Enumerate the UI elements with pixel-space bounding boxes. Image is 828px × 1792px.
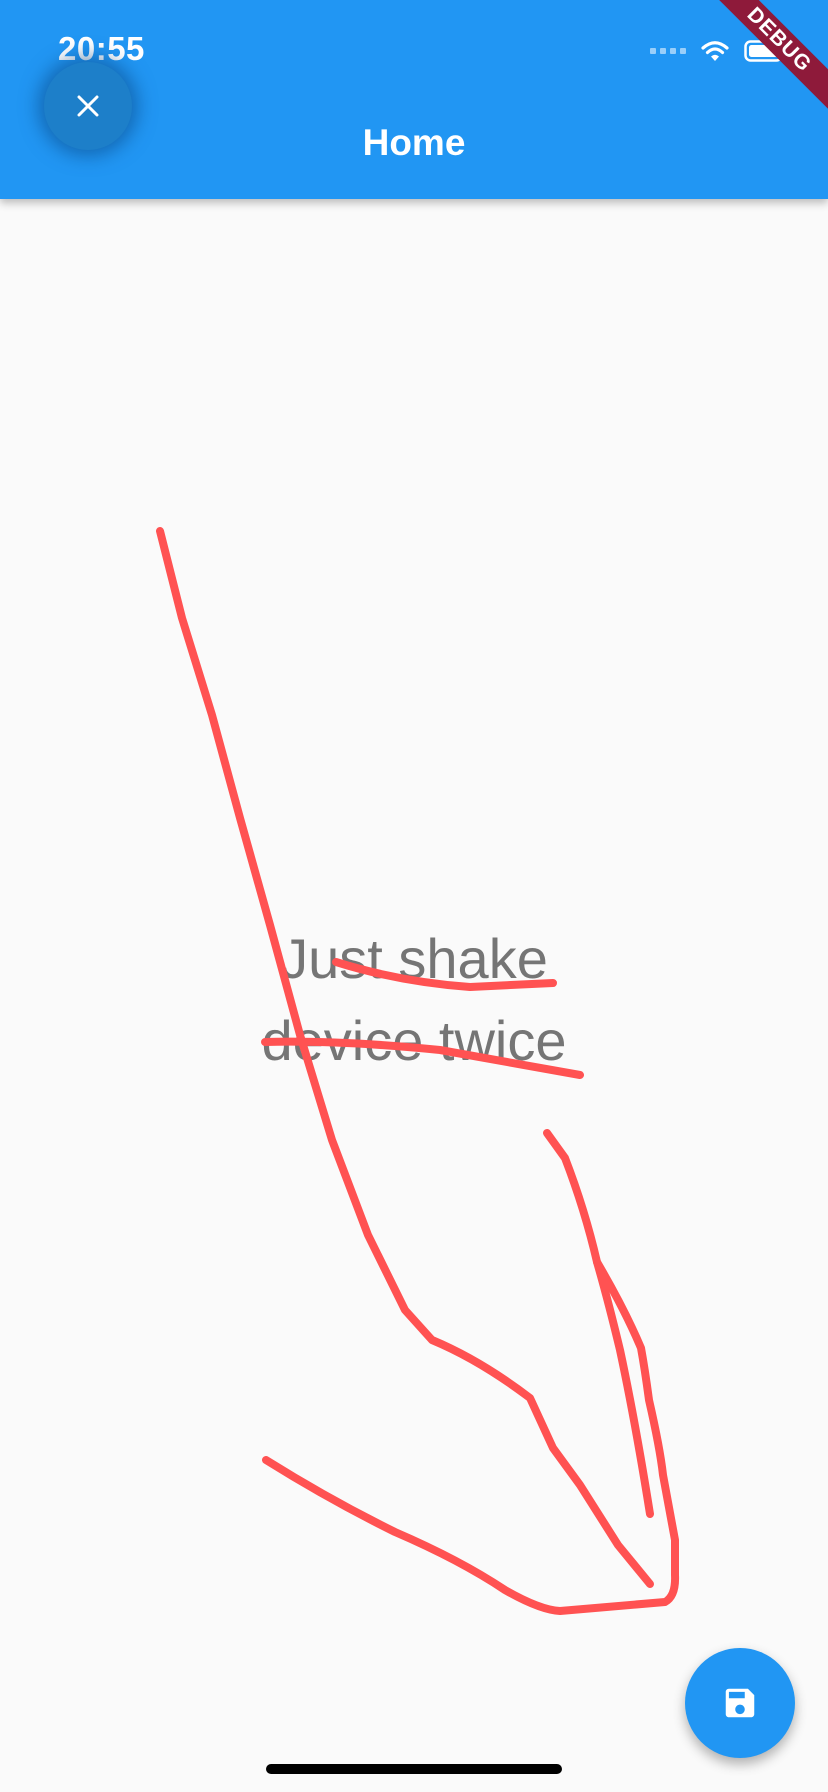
home-indicator[interactable]: [266, 1764, 562, 1774]
app-bar: 20:55 Home: [0, 0, 828, 199]
instruction-line-1: Just shake: [280, 927, 548, 990]
debug-banner-label: DEBUG: [708, 0, 828, 111]
save-button[interactable]: [685, 1648, 795, 1758]
instruction-text: Just shake device twice: [0, 918, 828, 1082]
screen: 20:55 Home DEBUG Just shake device twice: [0, 0, 828, 1792]
drawing-stroke: [262, 1129, 680, 1615]
debug-banner: DEBUG: [708, 0, 828, 120]
drawing-canvas[interactable]: [0, 0, 828, 1792]
signal-icon: [650, 48, 686, 54]
instruction-line-2: device twice: [261, 1009, 567, 1072]
drawing-stroke: [593, 1258, 654, 1518]
status-time: 20:55: [58, 30, 145, 67]
page-title: Home: [362, 122, 466, 163]
save-icon: [725, 1688, 755, 1718]
close-icon: [77, 95, 99, 117]
